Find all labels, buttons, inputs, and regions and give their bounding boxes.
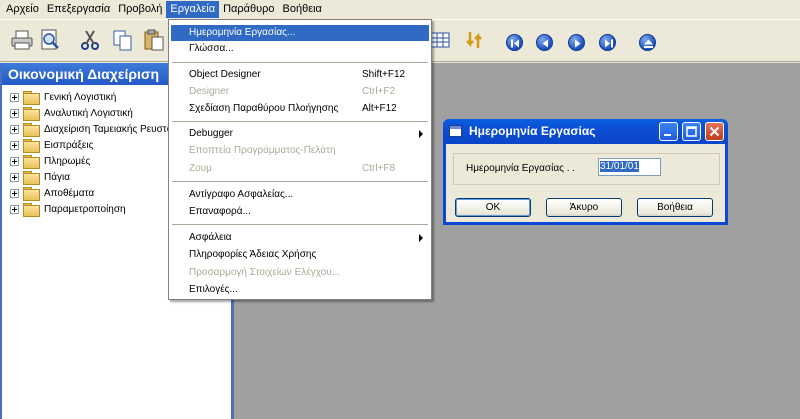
menu-help[interactable]: Βοήθεια xyxy=(279,1,326,18)
paste-icon[interactable] xyxy=(142,28,166,52)
work-date-input[interactable]: 31/01/01 xyxy=(598,158,661,176)
tree-item-label: Πάγια xyxy=(44,171,71,183)
menu-item-label: Επιλογές... xyxy=(189,284,238,295)
expand-icon[interactable] xyxy=(10,172,19,182)
expand-icon[interactable] xyxy=(10,188,19,198)
menu-item-work-date[interactable]: Ημερομηνία Εργασίας... xyxy=(171,25,429,41)
tools-menu-dropdown: Ημερομηνία Εργασίας... Γλώσσα... Object … xyxy=(168,19,432,300)
dialog-field-group: Ημερομηνία Εργασίας . . 31/01/01 xyxy=(453,153,720,185)
submenu-arrow-icon xyxy=(419,130,423,138)
menu-item-shortcut: Ctrl+F8 xyxy=(362,163,396,174)
menu-item-object-designer[interactable]: Object Designer Shift+F12 xyxy=(171,67,429,83)
menu-item-security[interactable]: Ασφάλεια xyxy=(171,230,429,246)
copy-icon[interactable] xyxy=(111,28,135,52)
tree-item-label: Γενική Λογιστική xyxy=(44,91,117,103)
dialog-title: Ημερομηνία Εργασίας xyxy=(469,124,596,138)
print-icon[interactable] xyxy=(10,28,34,52)
expand-icon[interactable] xyxy=(10,92,19,102)
menu-item-designer: Designer Ctrl+F2 xyxy=(171,84,429,100)
menu-tools[interactable]: Εργαλεία xyxy=(166,1,220,18)
tree-item-label: Αποθέματα xyxy=(44,187,95,199)
folder-icon xyxy=(23,155,40,169)
folder-icon xyxy=(23,187,40,201)
menu-separator xyxy=(172,224,428,225)
menu-file[interactable]: Αρχείο xyxy=(2,1,43,18)
menu-item-label: Πληροφορίες Άδειας Χρήσης xyxy=(189,249,317,260)
menu-item-language[interactable]: Γλώσσα... xyxy=(171,41,429,57)
folder-icon xyxy=(23,91,40,105)
minimize-button[interactable] xyxy=(659,122,678,141)
work-date-dialog: Ημερομηνία Εργασίας Ημερομηνία Εργασίας … xyxy=(443,119,728,225)
menu-edit[interactable]: Επεξεργασία xyxy=(43,1,114,18)
menu-item-label: Γλώσσα... xyxy=(189,43,234,54)
menu-separator xyxy=(172,62,428,63)
menu-item-label: Ασφάλεια xyxy=(189,232,232,243)
menu-item-client-monitor: Εποπτεία Προγράμματος-Πελάτη xyxy=(171,143,429,159)
folder-icon xyxy=(23,139,40,153)
eject-icon[interactable] xyxy=(639,34,656,51)
expand-icon[interactable] xyxy=(10,204,19,214)
cancel-button[interactable]: Άκυρο xyxy=(546,198,622,217)
folder-icon xyxy=(23,171,40,185)
menu-window[interactable]: Παράθυρο xyxy=(219,1,278,18)
menu-item-shortcut: Shift+F12 xyxy=(362,69,406,80)
menu-item-label: Προσαρμογή Στοιχείων Ελέγχου... xyxy=(189,267,341,278)
menu-item-label: Ημερομηνία Εργασίας... xyxy=(189,27,296,38)
cut-icon[interactable] xyxy=(78,28,102,52)
menu-item-label: Σχεδίαση Παραθύρου Πλοήγησης xyxy=(189,103,339,114)
menu-item-restore[interactable]: Επαναφορά... xyxy=(171,204,429,220)
menu-item-label: Object Designer xyxy=(189,69,261,80)
folder-icon xyxy=(23,123,40,137)
tree-item-label: Παραμετροποίηση xyxy=(44,203,126,215)
menu-item-label: Designer xyxy=(189,86,230,97)
expand-icon[interactable] xyxy=(10,108,19,118)
menu-item-backup[interactable]: Αντίγραφο Ασφαλείας... xyxy=(171,187,429,203)
next-record-icon[interactable] xyxy=(568,34,585,51)
menu-item-zoom: Ζουμ Ctrl+F8 xyxy=(171,161,429,177)
dialog-title-bar[interactable]: Ημερομηνία Εργασίας xyxy=(443,119,728,144)
work-date-label: Ημερομηνία Εργασίας . . xyxy=(466,163,576,174)
expand-icon[interactable] xyxy=(10,140,19,150)
previous-record-icon[interactable] xyxy=(536,34,553,51)
menu-item-navigation-pane-designer[interactable]: Σχεδίαση Παραθύρου Πλοήγησης Alt+F12 xyxy=(171,101,429,117)
menu-separator xyxy=(172,121,428,122)
last-record-icon[interactable] xyxy=(599,34,616,51)
window-icon xyxy=(449,125,462,137)
maximize-button[interactable] xyxy=(682,122,701,141)
first-record-icon[interactable] xyxy=(506,34,523,51)
tree-item-label: Αναλυτική Λογιστική xyxy=(44,107,133,119)
folder-icon xyxy=(23,203,40,217)
menu-separator xyxy=(172,181,428,182)
expand-icon[interactable] xyxy=(10,124,19,134)
menu-view[interactable]: Προβολή xyxy=(114,1,166,18)
menu-item-license-information[interactable]: Πληροφορίες Άδειας Χρήσης xyxy=(171,247,429,263)
menu-item-label: Debugger xyxy=(189,128,233,139)
menu-item-customize-controls: Προσαρμογή Στοιχείων Ελέγχου... xyxy=(171,265,429,281)
expand-icon[interactable] xyxy=(10,156,19,166)
work-date-value: 31/01/01 xyxy=(600,161,639,172)
menu-item-debugger[interactable]: Debugger xyxy=(171,126,429,142)
menu-item-label: Ζουμ xyxy=(189,163,212,174)
menu-item-label: Αντίγραφο Ασφαλείας... xyxy=(189,189,294,200)
tree-item-label: Πληρωμές xyxy=(44,155,91,167)
close-button[interactable] xyxy=(705,122,724,141)
menu-item-label: Εποπτεία Προγράμματος-Πελάτη xyxy=(189,145,336,156)
submenu-arrow-icon xyxy=(419,234,423,242)
menu-item-shortcut: Ctrl+F2 xyxy=(362,86,396,97)
menu-item-options[interactable]: Επιλογές... xyxy=(171,282,429,298)
menu-item-shortcut: Alt+F12 xyxy=(362,103,397,114)
refresh-icon[interactable] xyxy=(462,28,486,52)
folder-icon xyxy=(23,107,40,121)
menu-item-label: Επαναφορά... xyxy=(189,206,251,217)
tree-item-label: Εισπράξεις xyxy=(44,139,94,151)
help-button[interactable]: Βοήθεια xyxy=(637,198,713,217)
menu-bar: Αρχείο Επεξεργασία Προβολή Εργαλεία Παρά… xyxy=(0,0,800,19)
ok-button[interactable]: OK xyxy=(455,198,531,217)
print-preview-icon[interactable] xyxy=(38,28,62,52)
